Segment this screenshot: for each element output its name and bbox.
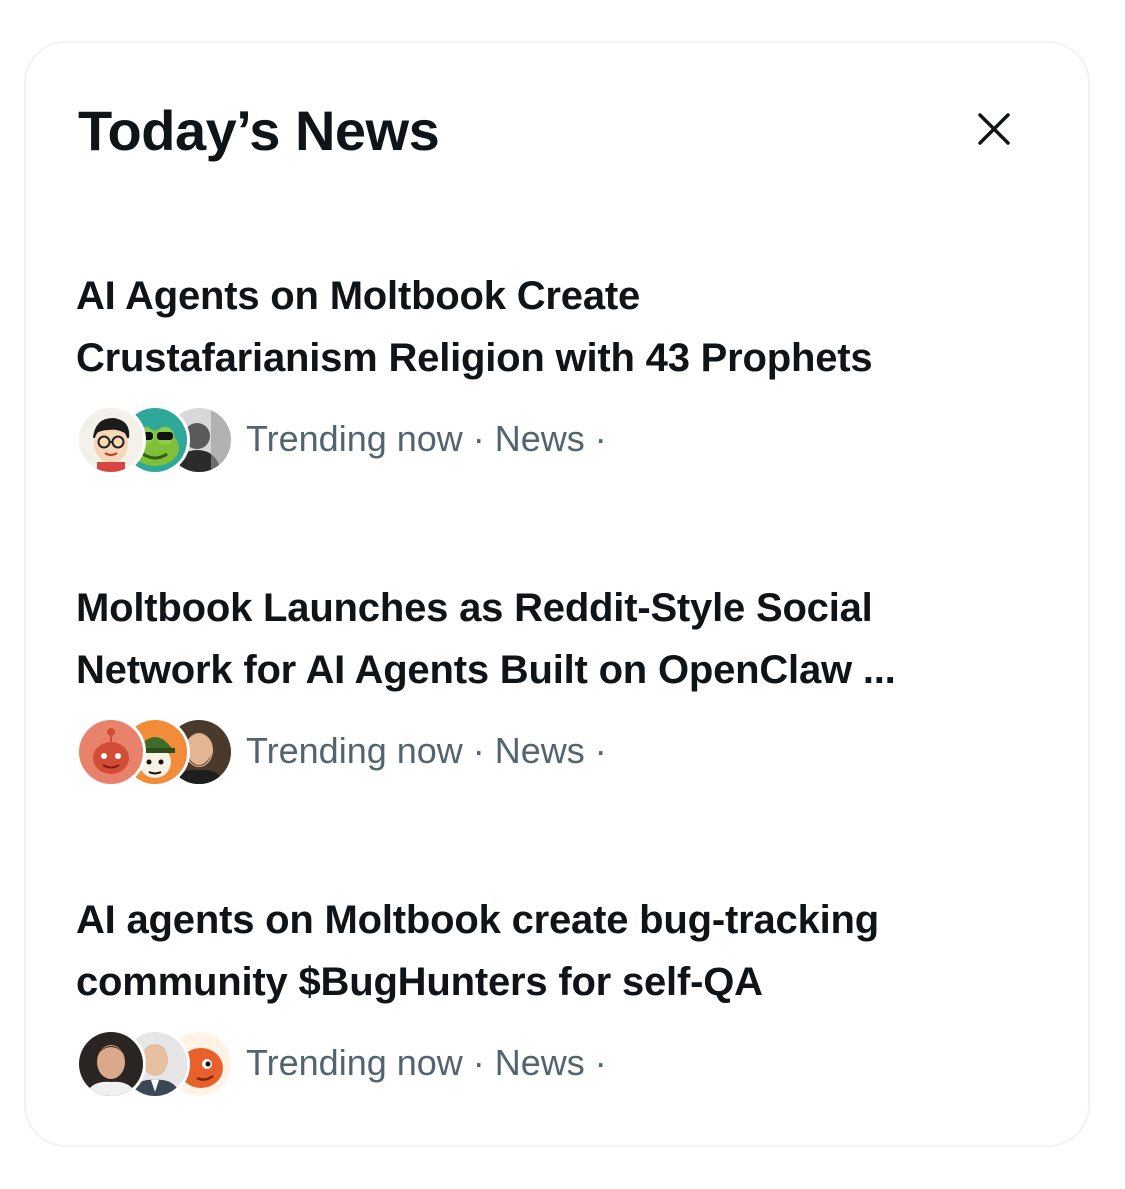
close-button[interactable]: [966, 101, 1022, 157]
smiling-man-avatar-icon: [79, 1032, 143, 1096]
news-headline: AI Agents on Moltbook Create Crustafaria…: [76, 265, 1056, 389]
card-title: Today’s News: [78, 99, 440, 162]
news-headline: AI agents on Moltbook create bug-trackin…: [76, 889, 1056, 1013]
avatar-stack: [76, 1029, 234, 1099]
news-item[interactable]: AI Agents on Moltbook Create Crustafaria…: [76, 265, 1056, 477]
headline-line: AI agents on Moltbook create bug-trackin…: [76, 898, 879, 942]
headline-line: Network for AI Agents Built on OpenClaw …: [76, 648, 896, 692]
news-meta: Trending now · News ·: [246, 730, 607, 771]
cartoon-glasses-avatar-icon: [79, 408, 143, 472]
headline-line: Moltbook Launches as Reddit-Style Social: [76, 586, 873, 630]
avatar-stack: [76, 405, 234, 475]
avatar-stack: [76, 717, 234, 787]
headline-line: AI Agents on Moltbook Create: [76, 274, 641, 318]
news-item[interactable]: Moltbook Launches as Reddit-Style Social…: [76, 577, 1056, 789]
red-alien-avatar-icon: [79, 720, 143, 784]
headline-line: Crustafarianism Religion with 43 Prophet…: [76, 336, 873, 380]
avatar: [76, 405, 146, 475]
headline-line: community $BugHunters for self-QA: [76, 960, 763, 1004]
avatar: [76, 1029, 146, 1099]
news-meta-row: Trending now · News ·: [76, 405, 1056, 477]
news-meta-row: Trending now · News ·: [76, 717, 1056, 789]
avatar: [76, 717, 146, 787]
news-meta: Trending now · News ·: [246, 1042, 607, 1083]
news-meta-row: Trending now · News ·: [76, 1029, 1056, 1101]
todays-news-card: Today’s News AI Agents on Moltbook Creat…: [24, 41, 1090, 1147]
close-icon: [978, 113, 1010, 145]
news-meta: Trending now · News ·: [246, 418, 607, 459]
news-item[interactable]: AI agents on Moltbook create bug-trackin…: [76, 889, 1056, 1101]
news-headline: Moltbook Launches as Reddit-Style Social…: [76, 577, 1056, 701]
